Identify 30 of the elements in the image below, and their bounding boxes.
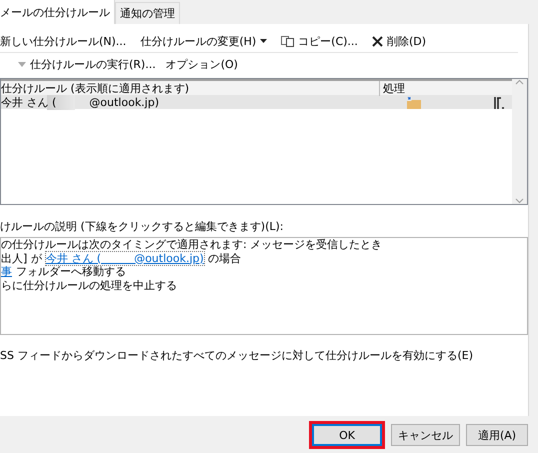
description-text: の場合 [208,252,241,265]
move-to-folder-icon [407,96,421,108]
list-row[interactable]: 今井 さん ( @outlook.jp) [1,96,512,109]
copy-icon [281,36,294,46]
condition-link[interactable]: 今井 さん ( @outlook.jp) [46,252,204,265]
description-text: フォルダーへ移動する [16,265,126,278]
tools-icon [493,96,504,108]
column-header[interactable]: 処理 [380,80,405,96]
description-text: らに仕分けルールの処理を中止する [1,278,177,292]
toolbar-item[interactable]: コピー(C)... [298,34,358,48]
toolbar-item[interactable]: 削除(D) [386,34,426,48]
toolbar-item[interactable]: 新しい仕分けルール(N)... [0,34,126,48]
toolbar-item[interactable]: オプション(O) [166,56,238,72]
description-text: 出人] が [1,252,42,265]
caret-icon [18,62,26,66]
dialog-button[interactable]: キャンセル [391,424,460,446]
dialog-button[interactable]: OK [312,424,382,446]
rss-option-label[interactable]: SS フィードからダウンロードされたすべてのメッセージに対して仕分けルールを有効にする(E) [0,348,528,363]
close-icon [372,36,383,46]
description-label: けルールの説明 (下線をクリックすると編集できます)(L): [0,219,284,234]
condition-link[interactable]: 事 [1,265,12,278]
caret-icon [260,39,268,43]
dialog-button[interactable]: 適用(A) [466,424,528,446]
scroll-up-icon[interactable] [515,79,524,85]
scroll-down-icon[interactable] [515,198,524,204]
tab[interactable]: 通知の管理 [115,2,180,24]
toolbar-item[interactable]: 仕分けルールの変更(H) [140,34,256,48]
toolbar-item[interactable]: 仕分けルールの実行(R)... [30,56,156,72]
description-text: の仕分けルールは次のタイミングで適用されます: メッセージを受信したとき [1,238,382,252]
tab[interactable]: メールの仕分けルール [0,0,115,24]
